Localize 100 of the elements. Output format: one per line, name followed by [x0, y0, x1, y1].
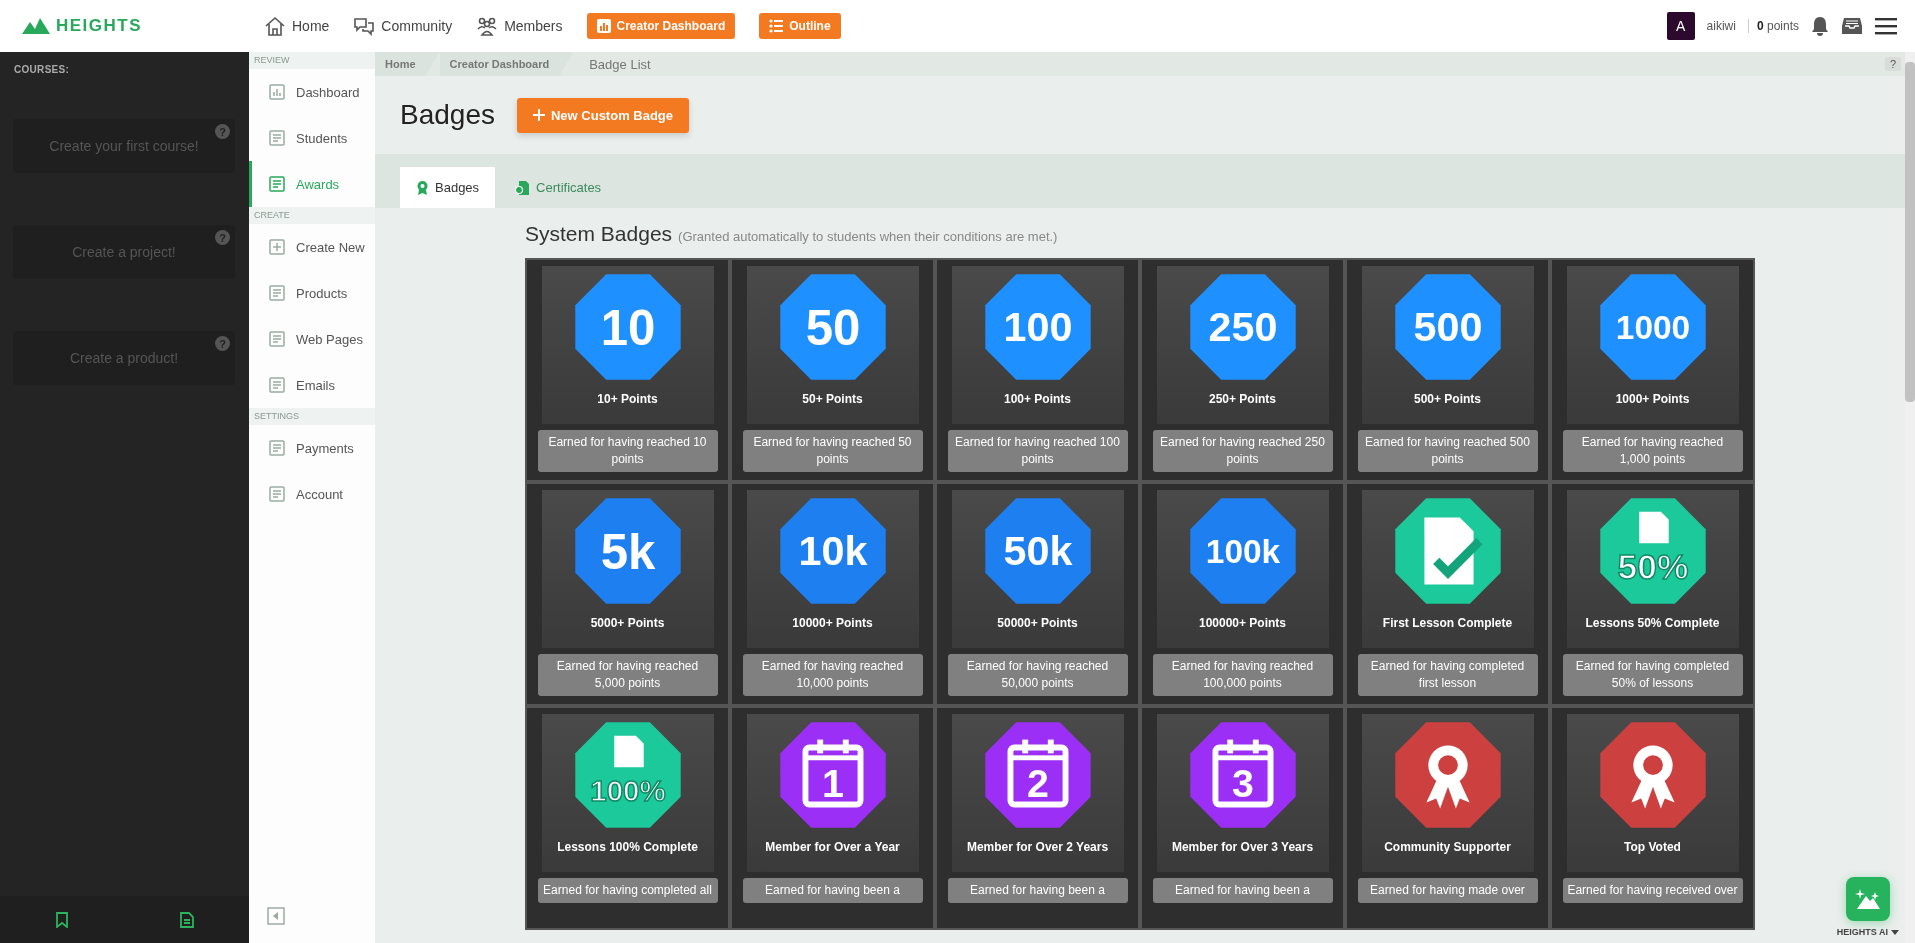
bookmark-icon[interactable]: [55, 911, 70, 928]
badge-card[interactable]: 10k 10000+ Points Earned for having reached 10,000 points: [732, 484, 933, 704]
chat-icon: [353, 16, 376, 36]
home-icon: [264, 16, 286, 36]
ai-assistant-label[interactable]: HEIGHTS AI: [1836, 927, 1899, 937]
badge-name: 100+ Points: [1004, 392, 1071, 406]
badge-number: 100%: [589, 774, 666, 808]
badge-number: 10k: [798, 528, 867, 574]
badge-name: 50+ Points: [802, 392, 863, 406]
badge-number: 50%: [1617, 546, 1688, 587]
badge-number: 250: [1208, 304, 1277, 350]
badge-card[interactable]: 10 10+ Points Earned for having reached 10 points: [527, 260, 728, 480]
mountain-logo-icon: [22, 18, 50, 34]
sidebar-item[interactable]: Web Pages: [249, 316, 375, 362]
sidebar-item[interactable]: Students: [249, 115, 375, 161]
help-button[interactable]: ?: [1884, 57, 1901, 71]
user-name[interactable]: aikiwi: [1706, 19, 1736, 33]
badge-description: Earned for having reached 100 points: [947, 430, 1128, 472]
badge-description: Earned for having reached 50 points: [742, 430, 923, 472]
badge-name: Lessons 100% Complete: [557, 840, 698, 854]
sidebar-item[interactable]: Emails: [249, 362, 375, 408]
section-title: System Badges: [525, 222, 673, 246]
list-icon: [769, 19, 784, 33]
badge-number: 50k: [1003, 528, 1072, 574]
badge-description: Earned for having been a: [947, 878, 1128, 903]
badge-description: Earned for having received over: [1562, 878, 1743, 903]
badge-name: Member for Over a Year: [765, 840, 900, 854]
bar-chart-icon: [596, 19, 611, 33]
badge-description: Earned for having reached 10 points: [537, 430, 718, 472]
badge-name: 10000+ Points: [792, 616, 873, 630]
badge-name: Lessons 50% Complete: [1585, 616, 1720, 630]
badge-description: Earned for having reached 1,000 points: [1562, 430, 1743, 472]
badge-card[interactable]: 5k 5000+ Points Earned for having reached 5,000 points: [527, 484, 728, 704]
badge-name: 10+ Points: [597, 392, 658, 406]
badge-number: 1: [821, 760, 844, 805]
badge-description: Earned for having reached 250 points: [1152, 430, 1333, 472]
badge-number: 10: [600, 299, 655, 355]
menu-icon[interactable]: [1875, 17, 1897, 35]
caret-icon: [1891, 929, 1899, 935]
badge-card[interactable]: 50k 50000+ Points Earned for having reached 50,000 points: [937, 484, 1138, 704]
badge-name: 50000+ Points: [997, 616, 1078, 630]
calendar-icon: [802, 739, 863, 808]
badge-card[interactable]: 1000 1000+ Points Earned for having reached 1,000 points: [1552, 260, 1753, 480]
tab[interactable]: Badges: [400, 167, 496, 208]
ribbon-award-icon: [1630, 745, 1675, 809]
badge-name: Member for Over 3 Years: [1171, 840, 1314, 854]
badge-number: 100: [1003, 304, 1072, 350]
badge-name: 100000+ Points: [1198, 616, 1287, 630]
badge-card[interactable]: 500 500+ Points Earned for having reached 500 points: [1347, 260, 1548, 480]
badge-card[interactable]: 100% Lessons 100% Complete Earned for having completed all: [527, 708, 728, 928]
badge-description: Earned for having made over: [1357, 878, 1538, 903]
badge-description: Earned for having reached 100,000 points: [1152, 654, 1333, 696]
sidebar-item[interactable]: Payments: [249, 425, 375, 471]
menu-section-heading: REVIEW: [249, 52, 375, 69]
bell-icon[interactable]: [1811, 16, 1829, 36]
sidebar-item[interactable]: Products: [249, 270, 375, 316]
user-avatar[interactable]: A: [1666, 12, 1695, 40]
badge-description: Earned for having reached 10,000 points: [742, 654, 923, 696]
inbox-icon[interactable]: [1841, 16, 1863, 36]
badge-card[interactable]: 100k 100000+ Points Earned for having reached 100,000 points: [1142, 484, 1343, 704]
document-check-icon: [1423, 517, 1483, 585]
sidebar-item[interactable]: Create New: [249, 224, 375, 270]
badge-card[interactable]: 50% Lessons 50% Complete Earned for having completed 50% of lessons: [1552, 484, 1753, 704]
badge-description: Earned for having completed all: [537, 878, 718, 903]
scrollbar[interactable]: [1905, 52, 1915, 943]
badge-card[interactable]: 50 50+ Points Earned for having reached 50 points: [732, 260, 933, 480]
badge-card[interactable]: Top Voted Earned for having received over: [1552, 708, 1753, 928]
page-title: Badges: [400, 99, 495, 131]
ai-assistant-button[interactable]: [1845, 877, 1890, 921]
calendar-icon: [1007, 739, 1068, 808]
points-count: 0 points: [1756, 19, 1799, 33]
nav-link[interactable]: Home: [264, 16, 330, 36]
badge-card[interactable]: Community Supporter Earned for having made over: [1347, 708, 1548, 928]
badge-card[interactable]: 3 Member for Over 3 Years Earned for having been a: [1142, 708, 1343, 928]
bar-chart-icon: [268, 83, 286, 101]
sparkle-mountain-icon: [1854, 888, 1881, 910]
badge-description: Earned for having been a: [742, 878, 923, 903]
badge-number: 2: [1026, 760, 1049, 805]
sidebar-item[interactable]: Dashboard: [249, 69, 375, 115]
badge-number: 5k: [600, 523, 655, 579]
plus-icon: [532, 109, 545, 121]
breadcrumb-link[interactable]: Badge List: [573, 52, 675, 76]
badge-card[interactable]: 1 Member for Over a Year Earned for having been a: [732, 708, 933, 928]
badge-number: 1000: [1615, 308, 1690, 346]
badge-card[interactable]: 2 Member for Over 2 Years Earned for having been a: [937, 708, 1138, 928]
menu-section-heading: CREATE: [249, 207, 375, 224]
badge-description: Earned for having reached 5,000 points: [537, 654, 718, 696]
badge-description: Earned for having completed 50% of lessons: [1562, 654, 1743, 696]
badge-card[interactable]: First Lesson Complete Earned for having completed first lesson: [1347, 484, 1548, 704]
sidebar-item[interactable]: Account: [249, 471, 375, 517]
badge-name: Member for Over 2 Years: [966, 840, 1109, 854]
calendar-icon: [1212, 739, 1273, 808]
badge-card[interactable]: 100 100+ Points Earned for having reached 100 points: [937, 260, 1138, 480]
document-icon[interactable]: [179, 911, 194, 928]
badge-card[interactable]: 250 250+ Points Earned for having reached 250 points: [1142, 260, 1343, 480]
certificate-icon: [515, 179, 531, 196]
badge-name: Top Voted: [1624, 840, 1681, 854]
nav-link[interactable]: Members: [476, 16, 563, 36]
badge-description: Earned for having reached 50,000 points: [947, 654, 1128, 696]
nav-link[interactable]: Community: [353, 16, 453, 36]
